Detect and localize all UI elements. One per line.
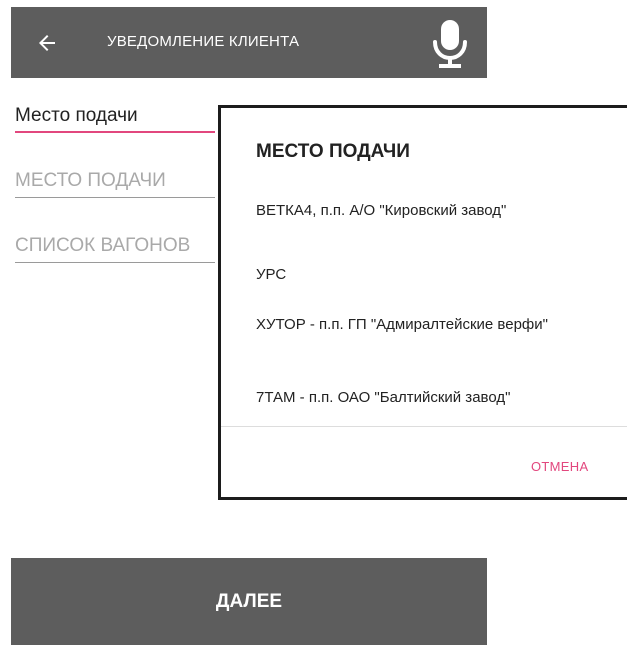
dialog-option[interactable]: ХУТОР - п.п. ГП "Адмиралтейские верфи" <box>256 315 596 334</box>
arrow-left-icon <box>39 35 55 51</box>
field-underline <box>15 262 215 263</box>
dialog-option[interactable]: ВЕТКА4, п.п. А/О "Кировский завод" <box>256 201 596 220</box>
field-underline <box>15 197 215 198</box>
toolbar: УВЕДОМЛЕНИЕ КЛИЕНТА <box>11 7 487 78</box>
wagon-list-input[interactable]: СПИСОК ВАГОНОВ <box>15 235 215 265</box>
next-button-label: ДАЛЕЕ <box>215 590 283 612</box>
dialog-option[interactable]: 7ТАМ - п.п. ОАО "Балтийский завод" <box>256 388 596 407</box>
microphone-button[interactable] <box>425 17 475 71</box>
dialog-option[interactable]: УРС <box>256 265 596 284</box>
pickup-place-placeholder: МЕСТО ПОДАЧИ <box>15 170 166 191</box>
field-underline-active <box>15 131 215 133</box>
dialog-title: МЕСТО ПОДАЧИ <box>256 141 410 162</box>
pickup-place-dialog: МЕСТО ПОДАЧИ ВЕТКА4, п.п. А/О "Кировский… <box>218 105 627 500</box>
next-button[interactable]: ДАЛЕЕ <box>11 558 487 645</box>
pickup-place-value: Место подачи <box>15 105 138 126</box>
pickup-place-input[interactable]: МЕСТО ПОДАЧИ <box>15 170 215 200</box>
microphone-icon <box>433 20 467 68</box>
pickup-place-field[interactable]: Место подачи <box>15 105 215 135</box>
wagon-list-placeholder: СПИСОК ВАГОНОВ <box>15 235 191 256</box>
toolbar-title: УВЕДОМЛЕНИЕ КЛИЕНТА <box>107 33 300 50</box>
back-button[interactable] <box>29 25 65 61</box>
cancel-button[interactable]: ОТМЕНА <box>531 459 588 474</box>
screen: УВЕДОМЛЕНИЕ КЛИЕНТА Место подачи МЕСТО П… <box>0 0 627 645</box>
dialog-divider <box>221 426 627 427</box>
